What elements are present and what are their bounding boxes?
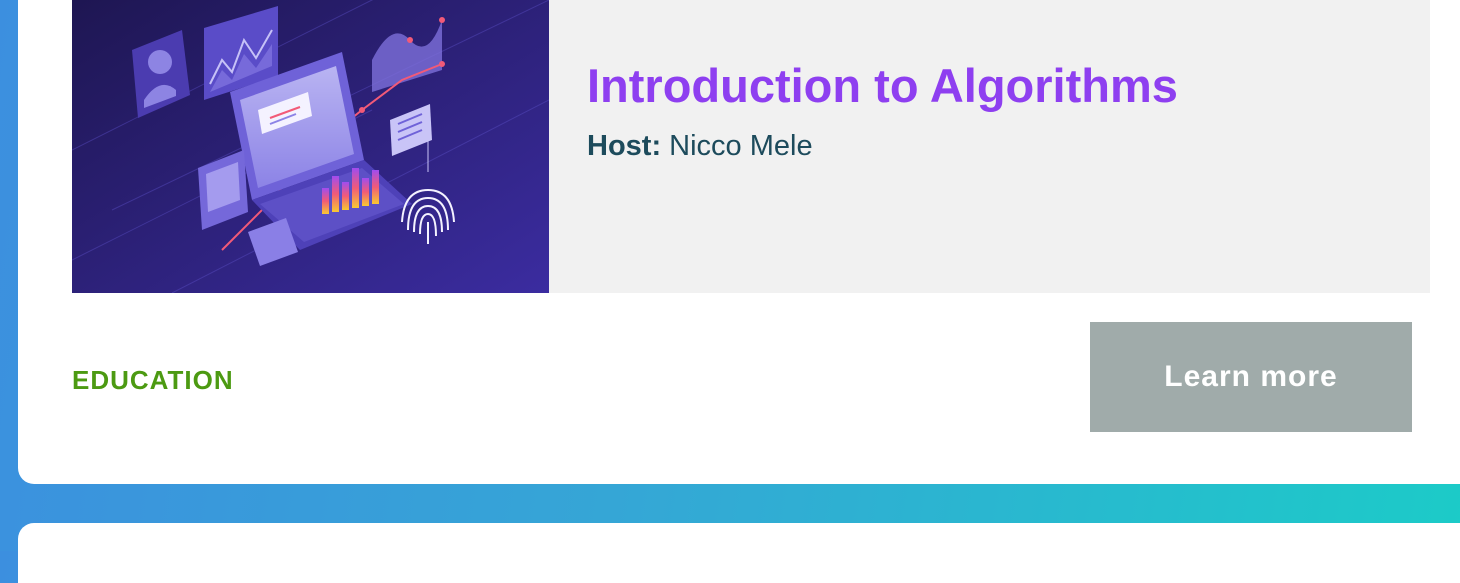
- host-line: Host: Nicco Mele: [587, 130, 813, 163]
- learn-more-button[interactable]: Learn more: [1090, 322, 1412, 432]
- course-title[interactable]: Introduction to Algorithms: [587, 58, 1178, 114]
- host-label: Host:: [587, 130, 662, 162]
- course-thumbnail[interactable]: [72, 0, 549, 293]
- host-name: Nicco Mele: [669, 130, 813, 162]
- category-tag[interactable]: EDUCATION: [72, 365, 234, 396]
- laptop-analytics-illustration: [72, 0, 549, 293]
- next-course-card: [18, 523, 1460, 583]
